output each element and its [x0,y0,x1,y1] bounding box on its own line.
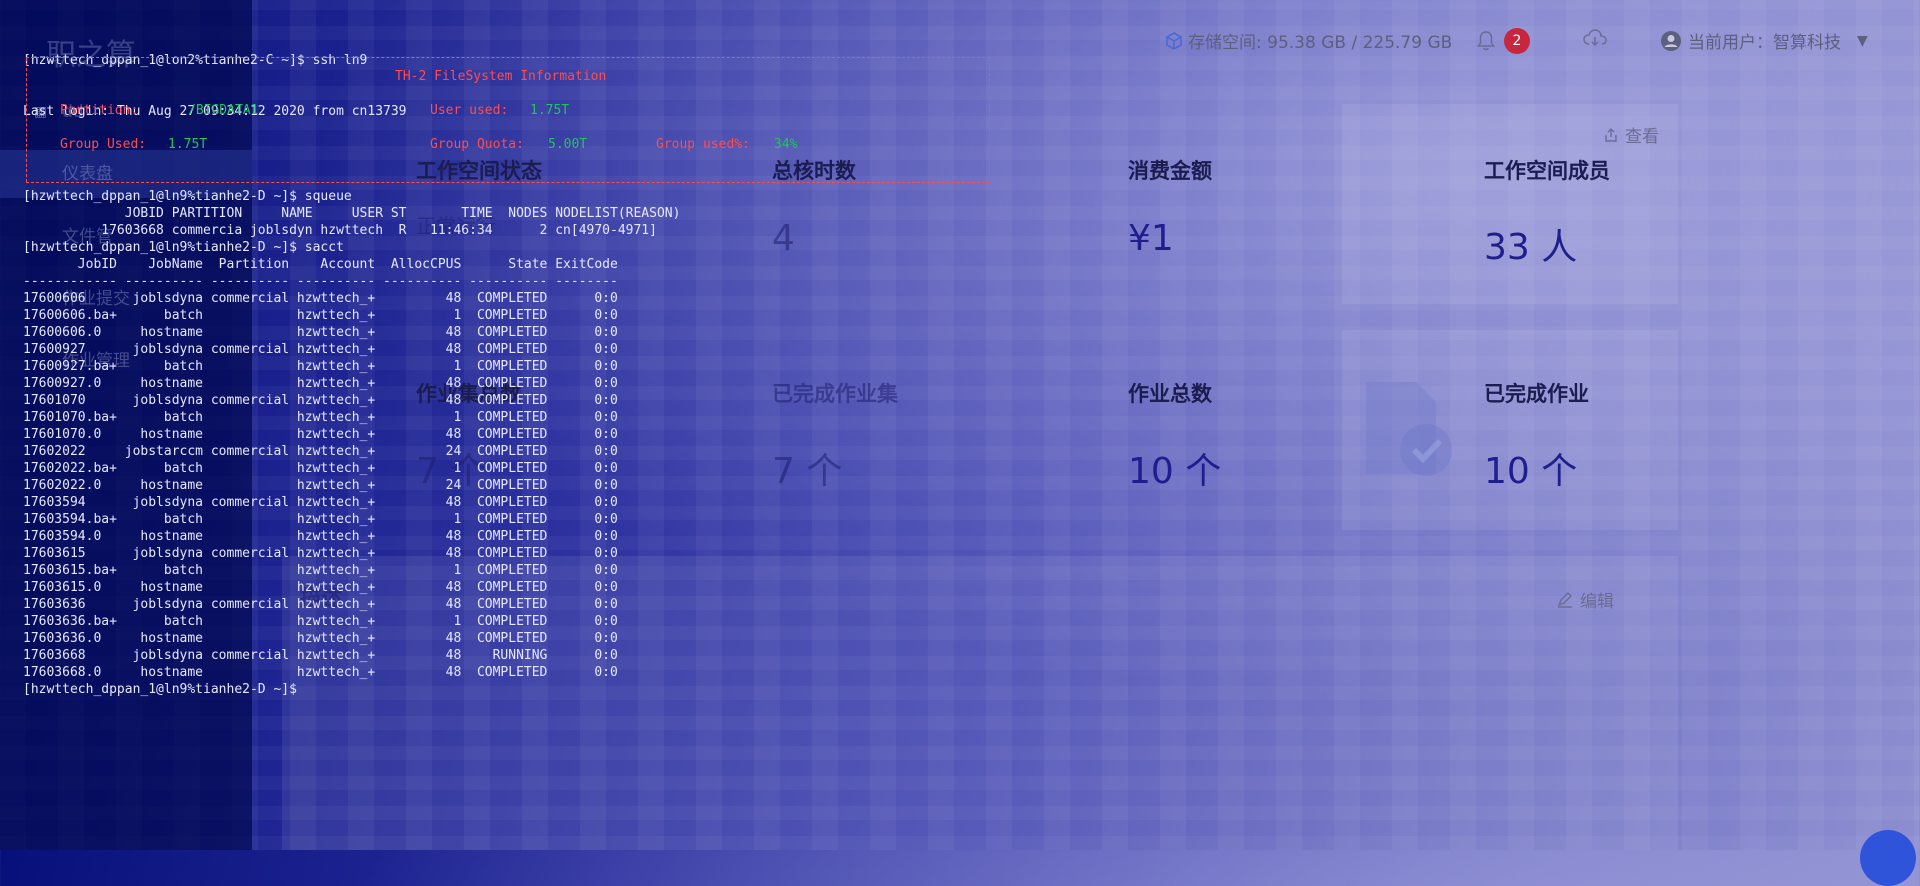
card-value-jobs: 10 个 [1128,451,1222,492]
fs-title: TH-2 FileSystem Information [395,69,607,84]
terminal-line: 17603594.0 hostname hzwttech_+ 48 COMPLE… [23,529,618,544]
terminal-line: 17603636.ba+ batch hzwttech_+ 1 COMPLETE… [23,614,618,629]
card-value-members: 33 人 [1484,227,1578,268]
edit-icon [1557,591,1572,608]
notification-button[interactable]: 2 [1476,28,1530,54]
card-value-completed-jobs: 10 个 [1484,451,1578,492]
user-avatar-icon [1661,30,1681,51]
terminal-line: 17601070.0 hostname hzwttech_+ 48 COMPLE… [23,427,618,442]
terminal-line: 17600606 joblsdyna commercial hzwttech_+… [23,291,618,306]
fs-partition-label: Partition: [60,103,139,118]
terminal-line: 17603636 joblsdyna commercial hzwttech_+… [23,597,618,612]
terminal-line: 17603668.0 hostname hzwttech_+ 48 COMPLE… [23,665,618,680]
caret-down-icon: ▼ [1857,32,1868,49]
storage-indicator: 存储空间: 95.38 GB / 225.79 GB [1164,28,1452,53]
storage-text: 存储空间: 95.38 GB / 225.79 GB [1188,33,1453,53]
terminal-line: [hzwttech_dppan_1@ln9%tianhe2-D ~]$ sque… [23,189,352,204]
user-menu[interactable]: 当前用户：智算科技 ▼ [1660,28,1868,53]
cloud-download-icon [1583,29,1607,47]
fs-group-quota-label: Group Quota: [430,137,524,152]
terminal-line: 17603636.0 hostname hzwttech_+ 48 COMPLE… [23,631,618,646]
terminal-line: [hzwttech_dppan_1@ln9%tianhe2-D ~]$ sacc… [23,240,344,255]
card-value-completed-jobsets: 7 个 [772,451,843,492]
terminal-line: 17602022.ba+ batch hzwttech_+ 1 COMPLETE… [23,461,618,476]
terminal-line: JobID JobName Partition Account AllocCPU… [23,257,618,272]
current-user-label: 当前用户：智算科技 [1688,33,1841,53]
card-value-spend: ¥1 [1128,218,1174,259]
edit-link-label: 编辑 [1580,592,1614,612]
terminal-line: 17601070 joblsdyna commercial hzwttech_+… [23,393,618,408]
terminal-line: 17603668 commercia joblsdyn hzwttech R 1… [23,223,657,238]
terminal-line: 17603615.ba+ batch hzwttech_+ 1 COMPLETE… [23,563,618,578]
card-value-core-hours: 4 [772,218,795,259]
terminal-line: 17603594.ba+ batch hzwttech_+ 1 COMPLETE… [23,512,618,527]
terminal-line: ------------ ---------- ---------- -----… [23,274,618,289]
cube-icon [1166,31,1182,50]
cloud-download-button[interactable] [1582,28,1608,48]
notification-badge: 2 [1504,28,1530,54]
terminal-line: 17600606.ba+ batch hzwttech_+ 1 COMPLETE… [23,308,618,323]
document-check-icon [1366,382,1452,476]
view-link[interactable]: 查看 [1603,122,1659,147]
fs-user-used-value: 1.75T [530,103,570,118]
fs-group-used-pct-label: Group used%: [656,137,750,152]
card-title-jobs: 作业总数 [1128,382,1212,406]
edit-link[interactable]: 编辑 [1556,587,1614,612]
terminal-line: 17600927.ba+ batch hzwttech_+ 1 COMPLETE… [23,359,618,374]
fs-partition-value: /BIGDATA1 [188,103,259,118]
card-title-members: 工作空间成员 [1484,159,1610,183]
fs-group-used-label: Group Used: [60,137,147,152]
view-link-label: 查看 [1625,127,1659,147]
fs-group-used-value: 1.75T [168,137,208,152]
terminal-line: 17601070.ba+ batch hzwttech_+ 1 COMPLETE… [23,410,618,425]
terminal-job-output[interactable]: [hzwttech_dppan_1@ln9%tianhe2-D ~]$ sque… [23,188,680,698]
terminal-line: 17603615.0 hostname hzwttech_+ 48 COMPLE… [23,580,618,595]
terminal-line: 17600927.0 hostname hzwttech_+ 48 COMPLE… [23,376,618,391]
fs-user-used-label: User used: [430,103,509,118]
card-title-completed-jobsets: 已完成作业集 [772,382,898,406]
bell-icon [1477,31,1495,51]
terminal-line: 17603594 joblsdyna commercial hzwttech_+… [23,495,618,510]
terminal-line: JOBID PARTITION NAME USER ST TIME NODES … [23,206,681,221]
fs-group-used-pct-value: 34% [774,137,798,152]
card-title-completed-jobs: 已完成作业 [1484,382,1589,406]
share-icon [1605,127,1617,142]
terminal-line: [hzwttech_dppan_1@ln9%tianhe2-D ~]$ [23,682,297,697]
help-chat-button[interactable] [1860,830,1916,886]
fs-group-quota-value: 5.00T [548,137,588,152]
terminal-line: 17603615 joblsdyna commercial hzwttech_+… [23,546,618,561]
terminal-line: 17600927 joblsdyna commercial hzwttech_+… [23,342,618,357]
terminal-line: 17603668 joblsdyna commercial hzwttech_+… [23,648,618,663]
card-title-spend: 消费金额 [1128,159,1212,183]
terminal-line: 17600606.0 hostname hzwttech_+ 48 COMPLE… [23,325,618,340]
terminal-line: 17602022 jobstarccm commercial hzwttech_… [23,444,618,459]
terminal-line: 17602022.0 hostname hzwttech_+ 24 COMPLE… [23,478,618,493]
